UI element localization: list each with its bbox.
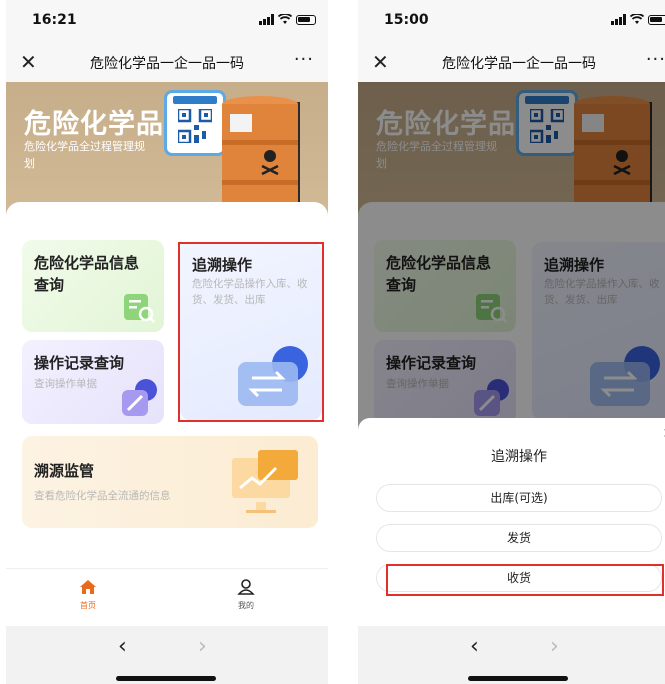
- option-outbound-button[interactable]: 出库(可选): [376, 484, 662, 512]
- tab-mine-label: 我的: [238, 601, 254, 610]
- hero-title: 危险化学品: [24, 109, 164, 140]
- search-list-icon: [124, 294, 155, 323]
- record-query-title: 操作记录查询: [34, 354, 125, 372]
- nav-bar: ✕ 危险化学品一企一品一码 ···: [6, 44, 328, 82]
- tab-mine[interactable]: 我的: [216, 579, 276, 611]
- status-time: 15:00: [384, 12, 429, 28]
- back-icon[interactable]: ‹: [470, 634, 479, 659]
- highlight-box-trace: [178, 242, 324, 422]
- qr-code-icon: [164, 90, 226, 156]
- home-icon: [80, 580, 96, 594]
- tab-bar: 首页 我的: [6, 568, 328, 626]
- status-bar: 16:21: [6, 0, 328, 44]
- home-indicator: [468, 676, 568, 681]
- back-icon[interactable]: ‹: [118, 634, 127, 659]
- tab-home-label: 首页: [80, 601, 96, 610]
- wifi-icon: [278, 14, 292, 24]
- chart-monitor-icon: [232, 450, 298, 513]
- wifi-icon: [630, 14, 644, 24]
- browser-bottom-bar: ‹ ›: [358, 626, 665, 684]
- forward-icon[interactable]: ›: [198, 634, 207, 659]
- trace-monitor-desc: 查看危险化学品全流通的信息: [34, 490, 171, 502]
- status-bar: 15:00: [358, 0, 665, 44]
- tab-home[interactable]: 首页: [58, 579, 118, 611]
- signal-icon: [611, 14, 626, 25]
- hero-subtitle: 危险化学品全过程管理规划: [24, 140, 145, 170]
- record-query-desc: 查询操作单据: [34, 378, 97, 390]
- phone-screen-home: 16:21 ✕ 危险化学品一企一品一码 ··· 危险化学品 危险化学品全过程管理…: [6, 0, 328, 684]
- option-ship-button[interactable]: 发货: [376, 524, 662, 552]
- more-icon[interactable]: ···: [294, 49, 314, 70]
- status-time: 16:21: [32, 12, 77, 28]
- battery-icon: [296, 14, 316, 25]
- phone-screen-sheet: 15:00 ✕ 危险化学品一企一品一码 ··· 危险化学品 危险化学品全过程管理…: [358, 0, 665, 684]
- status-icons: [259, 14, 316, 25]
- sheet-title: 追溯操作: [491, 449, 547, 465]
- record-query-card[interactable]: 操作记录查询 查询操作单据: [22, 340, 164, 424]
- trace-monitor-card[interactable]: 溯源监管 查看危险化学品全流通的信息: [22, 436, 318, 528]
- edit-icon: [122, 379, 157, 416]
- highlight-box-receive: [386, 564, 664, 596]
- more-icon[interactable]: ···: [646, 49, 665, 70]
- user-icon: [237, 579, 255, 595]
- signal-icon: [259, 14, 274, 25]
- browser-bottom-bar: ‹ ›: [6, 626, 328, 684]
- info-query-card[interactable]: 危险化学品信息查询: [22, 240, 164, 332]
- battery-icon: [648, 14, 665, 25]
- status-icons: [611, 14, 665, 25]
- trace-monitor-title: 溯源监管: [34, 462, 95, 480]
- nav-title: 危险化学品一企一品一码: [90, 56, 244, 72]
- nav-title: 危险化学品一企一品一码: [442, 56, 596, 72]
- home-indicator: [116, 676, 216, 681]
- trace-action-sheet: ✕ 追溯操作 出库(可选) 发货 收货: [358, 418, 665, 626]
- nav-bar: ✕ 危险化学品一企一品一码 ···: [358, 44, 665, 82]
- forward-icon[interactable]: ›: [550, 634, 559, 659]
